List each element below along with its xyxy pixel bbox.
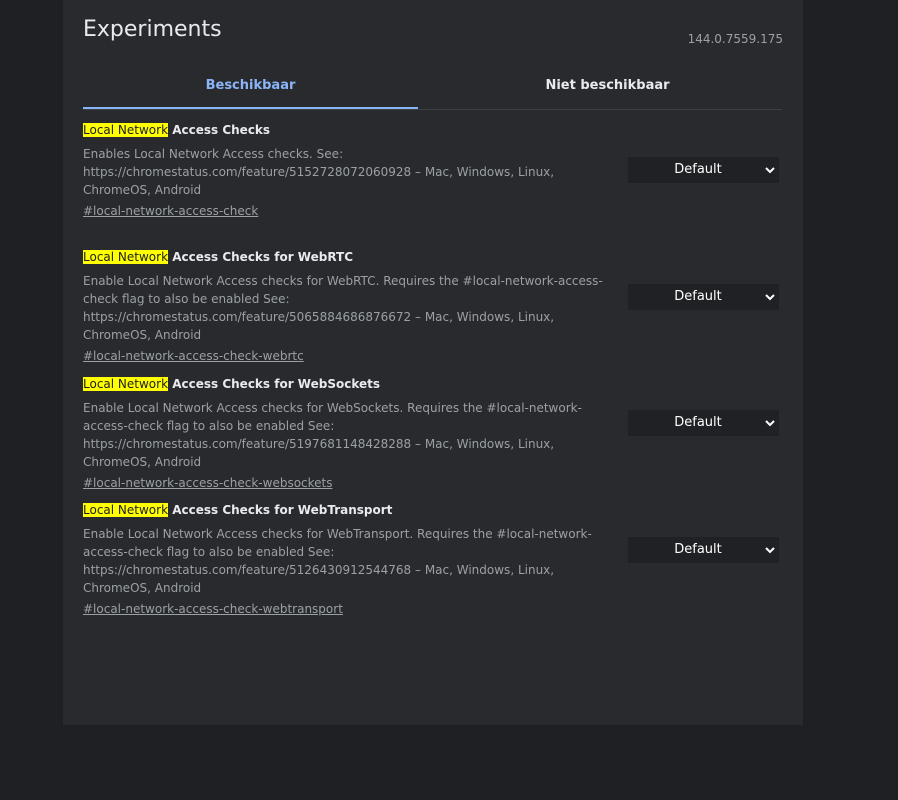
select-value: Default bbox=[674, 162, 722, 177]
experiment-local-network-access-check-websockets: Local Network Access Checks for WebSocke… bbox=[83, 376, 783, 491]
experiment-description: Enable Local Network Access checks for W… bbox=[83, 401, 582, 469]
search-highlight: Local Network bbox=[83, 250, 169, 264]
experiment-description: Enables Local Network Access checks. See… bbox=[83, 147, 555, 197]
search-highlight: Local Network bbox=[83, 503, 169, 517]
experiment-link[interactable]: #local-network-access-check-webrtc bbox=[83, 348, 304, 364]
experiment-select[interactable]: Default bbox=[628, 157, 779, 183]
experiment-local-network-access-check-webtransport: Local Network Access Checks for WebTrans… bbox=[83, 502, 783, 617]
select-value: Default bbox=[674, 542, 722, 557]
experiment-title: Local Network Access Checks bbox=[83, 122, 783, 140]
experiment-description: Enable Local Network Access checks for W… bbox=[83, 274, 603, 342]
page-title: Experiments bbox=[83, 17, 222, 42]
chevron-down-icon bbox=[765, 294, 775, 301]
experiment-title-text: Access Checks for WebTransport bbox=[168, 503, 393, 517]
search-highlight: Local Network bbox=[83, 123, 169, 137]
search-highlight: Local Network bbox=[83, 377, 169, 391]
tab-available[interactable]: Beschikbaar bbox=[83, 64, 418, 109]
experiment-title: Local Network Access Checks for WebRTC bbox=[83, 249, 783, 267]
chevron-down-icon bbox=[765, 167, 775, 174]
experiment-select[interactable]: Default bbox=[628, 284, 779, 310]
experiments-page: Experiments 144.0.7559.175 Beschikbaar N… bbox=[63, 0, 803, 725]
experiment-select[interactable]: Default bbox=[628, 410, 779, 436]
experiment-select[interactable]: Default bbox=[628, 537, 779, 563]
experiment-local-network-access-check-webrtc: Local Network Access Checks for WebRTC E… bbox=[83, 249, 783, 364]
experiment-title: Local Network Access Checks for WebSocke… bbox=[83, 376, 783, 394]
select-value: Default bbox=[674, 415, 722, 430]
experiment-link[interactable]: #local-network-access-check-webtransport bbox=[83, 601, 343, 617]
experiment-local-network-access-check: Local Network Access Checks Enables Loca… bbox=[83, 122, 783, 219]
experiment-title: Local Network Access Checks for WebTrans… bbox=[83, 502, 783, 520]
experiment-link[interactable]: #local-network-access-check bbox=[83, 203, 258, 219]
experiment-title-text: Access Checks bbox=[168, 123, 271, 137]
experiment-description: Enable Local Network Access checks for W… bbox=[83, 527, 592, 595]
experiment-link[interactable]: #local-network-access-check-websockets bbox=[83, 475, 333, 491]
chevron-down-icon bbox=[765, 420, 775, 427]
select-value: Default bbox=[674, 289, 722, 304]
chevron-down-icon bbox=[765, 547, 775, 554]
page-header: Experiments 144.0.7559.175 bbox=[83, 17, 783, 57]
experiment-title-text: Access Checks for WebRTC bbox=[168, 250, 354, 264]
tab-unavailable[interactable]: Niet beschikbaar bbox=[433, 64, 782, 107]
experiment-title-text: Access Checks for WebSockets bbox=[168, 377, 380, 391]
version-label: 144.0.7559.175 bbox=[687, 32, 783, 46]
tab-bar: Beschikbaar Niet beschikbaar bbox=[83, 64, 782, 110]
